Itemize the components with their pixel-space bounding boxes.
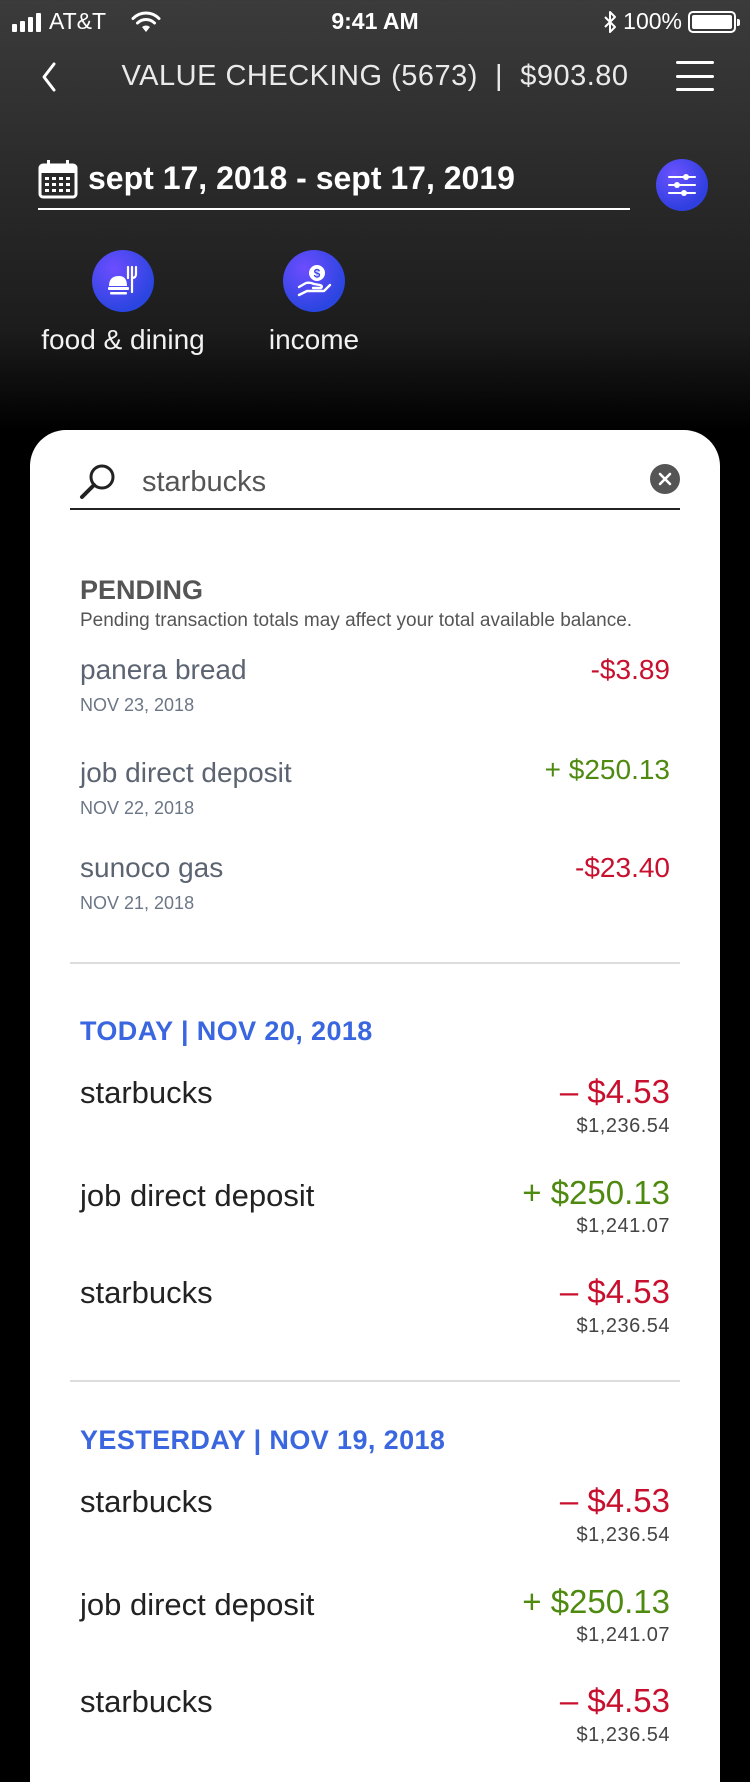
transaction-amount: – $4.53 [559, 1482, 670, 1519]
transaction-amount: – $4.53 [559, 1682, 670, 1719]
pending-item-date: NOV 21, 2018 [80, 893, 195, 913]
category-income[interactable]: $ income [252, 250, 376, 356]
status-right: 100% [603, 8, 740, 35]
pending-item-name[interactable]: sunoco gas [80, 852, 223, 884]
search-bar [70, 460, 680, 510]
transaction-name[interactable]: job direct deposit [80, 1587, 314, 1623]
transaction-name[interactable]: starbucks [80, 1075, 213, 1111]
transaction-name[interactable]: starbucks [80, 1684, 213, 1720]
transaction-name[interactable]: job direct deposit [80, 1178, 314, 1214]
battery-percent: 100% [623, 8, 682, 34]
category-label: food & dining [41, 324, 205, 355]
pending-item-amount: -$23.40 [575, 852, 670, 883]
transaction-balance: $1,236.54 [576, 1315, 670, 1337]
divider [70, 962, 680, 964]
transaction-amount: + $250.13 [522, 1583, 670, 1620]
svg-text:$: $ [314, 267, 321, 281]
search-input[interactable] [142, 464, 592, 500]
transaction-balance: $1,241.07 [576, 1624, 670, 1646]
pending-item-date: NOV 22, 2018 [80, 798, 195, 818]
menu-icon[interactable] [676, 61, 714, 91]
filter-button[interactable] [656, 159, 708, 211]
transaction-balance: $1,236.54 [576, 1724, 670, 1746]
income-icon: $ [283, 250, 345, 312]
category-food-dining[interactable]: food & dining [38, 250, 208, 356]
pending-heading: PENDING [80, 575, 204, 605]
status-bar: AT&T 9:41 AM 100% [0, 0, 750, 44]
transaction-amount: – $4.53 [559, 1273, 670, 1310]
transaction-amount: – $4.53 [559, 1073, 670, 1110]
bluetooth-icon [604, 10, 617, 33]
pending-item-amount: + $250.13 [544, 754, 670, 785]
section-heading-today: TODAY | NOV 20, 2018 [80, 1016, 373, 1046]
transaction-amount: + $250.13 [522, 1174, 670, 1211]
transaction-balance: $1,241.07 [576, 1215, 670, 1237]
section-heading-yesterday: YESTERDAY | NOV 19, 2018 [80, 1425, 446, 1455]
transaction-balance: $1,236.54 [576, 1524, 670, 1546]
pending-item-name[interactable]: panera bread [80, 654, 247, 686]
pending-note: Pending transaction totals may affect yo… [80, 610, 633, 631]
date-range-field[interactable]: sept 17, 2018 - sept 17, 2019 [38, 158, 630, 210]
pending-item-amount: -$3.89 [590, 654, 670, 685]
search-icon [80, 464, 115, 499]
account-title: VALUE CHECKING (5673) | $903.80 [121, 60, 629, 92]
calendar-icon [38, 160, 78, 199]
food-dining-icon [92, 250, 154, 312]
clear-search-icon[interactable] [650, 464, 680, 494]
transactions-card: PENDING Pending transaction totals may a… [30, 430, 720, 1782]
category-label: income [268, 324, 360, 355]
pending-item-date: NOV 23, 2018 [80, 695, 195, 715]
transaction-name[interactable]: starbucks [80, 1484, 213, 1520]
nav-bar: VALUE CHECKING (5673) | $903.80 [0, 52, 750, 102]
battery-icon [688, 10, 740, 33]
sliders-icon [668, 174, 696, 196]
transaction-balance: $1,236.54 [576, 1115, 670, 1137]
transaction-name[interactable]: starbucks [80, 1275, 213, 1311]
date-range-label: sept 17, 2018 - sept 17, 2019 [88, 159, 515, 196]
divider [70, 1380, 680, 1382]
pending-item-name[interactable]: job direct deposit [80, 757, 292, 789]
